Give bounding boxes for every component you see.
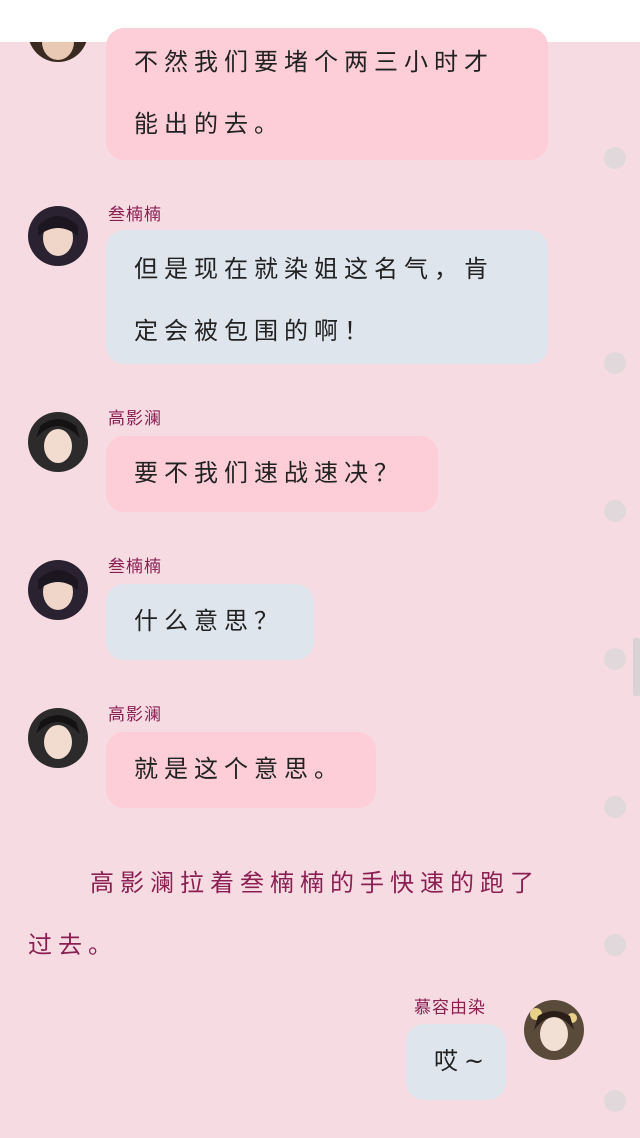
message-line: 不然我们要堵个两三小时才 (134, 48, 494, 76)
avatar[interactable] (524, 1000, 584, 1060)
message-bubble[interactable]: 哎~ (406, 1024, 506, 1100)
message-line: 哎~ (434, 1047, 491, 1075)
narration-line: 高影澜拉着叁楠楠的手快速的跑了 (90, 869, 540, 897)
message-bubble[interactable]: 什么意思？ (106, 584, 314, 660)
select-circle[interactable] (604, 1090, 626, 1112)
message-line: 就是这个意思。 (134, 755, 344, 783)
avatar[interactable] (28, 560, 88, 620)
message-bubble[interactable]: 要不我们速战速决？ (106, 436, 438, 512)
scrollbar[interactable] (633, 638, 640, 696)
message-line: 什么意思？ (134, 607, 284, 635)
sender-name: 慕容由染 (414, 998, 486, 1018)
message-bubble[interactable]: 但是现在就染姐这名气，肯 定会被包围的啊！ (106, 230, 548, 364)
sender-name: 叁楠楠 (108, 557, 162, 577)
avatar[interactable] (28, 708, 88, 768)
select-circle[interactable] (604, 648, 626, 670)
select-circle[interactable] (604, 934, 626, 956)
select-circle[interactable] (604, 147, 626, 169)
message-line: 能出的去。 (134, 110, 284, 138)
narration-text: 高影澜拉着叁楠楠的手快速的跑了 过去。 (28, 852, 588, 976)
select-circle[interactable] (604, 500, 626, 522)
message-line: 要不我们速战速决？ (134, 459, 404, 487)
narration-line: 过去。 (28, 931, 118, 959)
message-bubble[interactable]: 不然我们要堵个两三小时才 能出的去。 (106, 28, 548, 160)
message-line: 但是现在就染姐这名气，肯 (134, 255, 494, 283)
select-circle[interactable] (604, 796, 626, 818)
sender-name: 高影澜 (108, 409, 162, 429)
sender-name: 高影澜 (108, 705, 162, 725)
avatar[interactable] (28, 412, 88, 472)
select-circle[interactable] (604, 352, 626, 374)
message-bubble[interactable]: 就是这个意思。 (106, 732, 376, 808)
avatar[interactable] (28, 206, 88, 266)
sender-name: 叁楠楠 (108, 205, 162, 225)
message-line: 定会被包围的啊！ (134, 317, 374, 345)
